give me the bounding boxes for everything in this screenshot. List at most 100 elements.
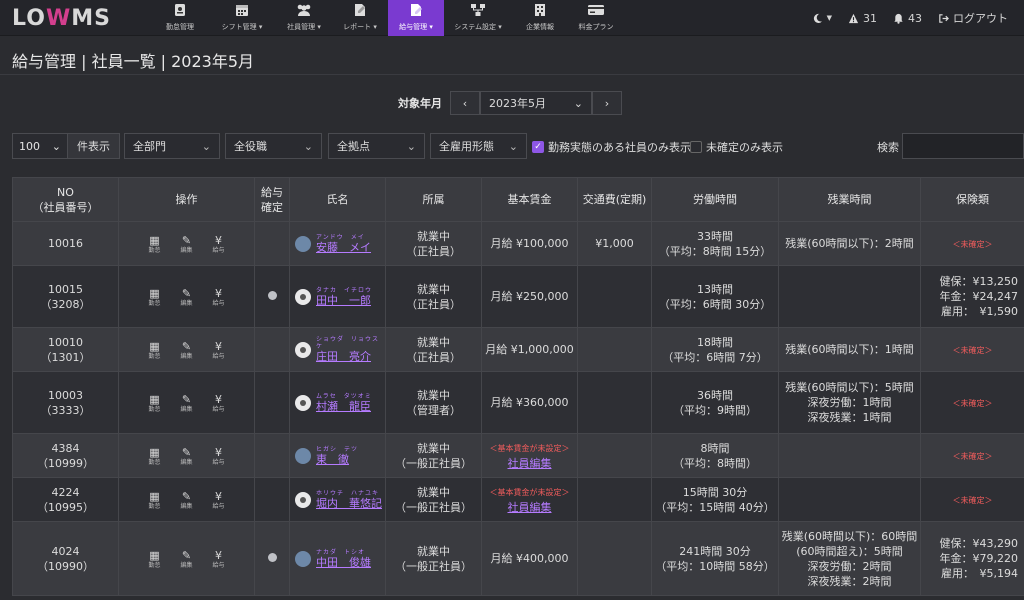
employment-type: （一般正社員） (395, 500, 472, 514)
logout-button[interactable]: ログアウト (938, 10, 1008, 26)
attendance-button[interactable]: ▦ 勤怠 (148, 445, 160, 467)
employee-name-link[interactable]: 庄田 亮介 (316, 350, 385, 363)
work-status: 就業中 (417, 485, 450, 499)
nav-item-sitemap[interactable]: システム設定 ▾ (444, 0, 512, 36)
card-icon (568, 0, 624, 22)
col-commute[interactable]: 交通費(定期) (577, 177, 652, 222)
cell-insurance: ＜未確定＞ (920, 371, 1024, 434)
pay-button[interactable]: ¥ 給与 (213, 445, 225, 467)
attendance-label: 勤怠 (148, 502, 161, 510)
cell-insurance: ＜未確定＞ (920, 221, 1024, 266)
nav-item-calendar[interactable]: シフト管理 ▾ (208, 0, 276, 36)
employee-name-link[interactable]: 安藤 メイ (316, 241, 371, 254)
cell-no: 10016 (12, 221, 119, 266)
cell-name: アンドウ メイ 安藤 メイ (289, 221, 386, 266)
attendance-button[interactable]: ▦ 勤怠 (148, 286, 160, 308)
col-confirm[interactable]: 給与 確定 (254, 177, 290, 222)
department-select[interactable]: 全部門 ⌄ (124, 133, 220, 159)
table-row: 10016 ▦ 勤怠 ✎ 編集 ¥ 給与 アンドウ メイ 安藤 メイ 就業中 （正社員） 月給 ¥10… (12, 221, 1024, 266)
edit-employee-link[interactable]: 社員編集 (482, 500, 577, 515)
work-average: （平均：8時間 15分） (658, 244, 772, 258)
nav-item-badge[interactable]: 勤怠管理 (152, 0, 208, 36)
cell-commute (577, 521, 652, 596)
page-size-suffix: 件表示 (68, 133, 120, 159)
month-select[interactable]: 2023年5月 ⌄ (480, 91, 592, 115)
month-selector: 対象年月 ‹ 2023年5月 ⌄ › (398, 91, 622, 115)
col-dept[interactable]: 所属 (385, 177, 482, 222)
edit-button[interactable]: ✎ 編集 (180, 233, 192, 255)
edit-button[interactable]: ✎ 編集 (180, 489, 192, 511)
checkbox-unchecked[interactable] (690, 141, 702, 153)
edit-button[interactable]: ✎ 編集 (180, 339, 192, 361)
checkbox-checked[interactable]: ✓ (532, 141, 544, 153)
logo[interactable]: LOWMS (12, 6, 111, 31)
base-salary: 月給 ¥1,000,000 (485, 343, 574, 356)
work-average: （平均：8時間） (673, 456, 757, 470)
work-status: 就業中 (417, 388, 450, 402)
nav-item-payroll[interactable]: 給与管理 ▾ (388, 0, 444, 36)
unconfirmed-only-checkbox[interactable]: 未確定のみ表示 (690, 139, 783, 155)
building-icon (512, 0, 568, 22)
chevron-right-icon: › (604, 96, 610, 110)
notification-counter[interactable]: 43 (893, 12, 922, 25)
next-month-button[interactable]: › (592, 91, 622, 115)
employee-name-link[interactable]: 東 徹 (316, 453, 358, 466)
pay-button[interactable]: ¥ 給与 (213, 233, 225, 255)
col-confirm-sub: 確定 (261, 200, 283, 214)
bell-icon (894, 13, 903, 24)
col-work[interactable]: 労働時間 (651, 177, 779, 222)
employment-select[interactable]: 全雇用形態 ⌄ (430, 133, 527, 159)
user-icon (300, 293, 306, 300)
nav-item-building[interactable]: 企業情報 (512, 0, 568, 36)
col-name[interactable]: 氏名 (289, 177, 386, 222)
edit-label: 編集 (180, 561, 193, 569)
employment-value: 全雇用形態 (439, 140, 494, 153)
nav-item-users[interactable]: 社員管理 ▾ (276, 0, 332, 36)
insurance-line: 雇用： ¥5,194 (941, 567, 1018, 580)
col-overtime[interactable]: 残業時間 (778, 177, 921, 222)
theme-toggle[interactable]: ▼ (812, 13, 832, 24)
work-average: （平均：6時間 7分） (662, 350, 768, 364)
insurance-unset: ＜未確定＞ (952, 495, 993, 505)
cell-confirm (254, 433, 290, 478)
nav-item-chart[interactable]: レポート ▾ (332, 0, 388, 36)
page-size-select[interactable]: 100 ⌄ (12, 133, 68, 159)
attendance-button[interactable]: ▦ 勤怠 (148, 233, 160, 255)
users-icon (276, 0, 332, 22)
pay-button[interactable]: ¥ 給与 (213, 489, 225, 511)
employee-name-link[interactable]: 中田 俊雄 (316, 556, 371, 569)
site-select[interactable]: 全拠点 ⌄ (328, 133, 425, 159)
edit-button[interactable]: ✎ 編集 (180, 392, 192, 414)
pay-button[interactable]: ¥ 給与 (213, 548, 225, 570)
search-input[interactable] (902, 133, 1024, 159)
edit-employee-link[interactable]: 社員編集 (482, 456, 577, 471)
attendance-button[interactable]: ▦ 勤怠 (148, 548, 160, 570)
active-only-checkbox[interactable]: ✓ 勤務実態のある社員のみ表示 (532, 139, 691, 155)
pay-button[interactable]: ¥ 給与 (213, 286, 225, 308)
employee-name-link[interactable]: 田中 一郎 (316, 294, 372, 307)
employee-no: 10010 (48, 335, 83, 349)
pay-button[interactable]: ¥ 給与 (213, 339, 225, 361)
attendance-button[interactable]: ▦ 勤怠 (148, 489, 160, 511)
edit-button[interactable]: ✎ 編集 (180, 445, 192, 467)
edit-button[interactable]: ✎ 編集 (180, 286, 192, 308)
employee-no: 10003 (48, 388, 83, 402)
prev-month-button[interactable]: ‹ (450, 91, 480, 115)
col-insurance[interactable]: 保険類 (920, 177, 1024, 222)
base-salary: 月給 ¥360,000 (490, 396, 569, 409)
role-select[interactable]: 全役職 ⌄ (225, 133, 322, 159)
employment-type: （正社員） (406, 350, 461, 364)
insurance-unset: ＜未確定＞ (952, 398, 993, 408)
attendance-button[interactable]: ▦ 勤怠 (148, 339, 160, 361)
col-base[interactable]: 基本賃金 (481, 177, 578, 222)
page-title: 給与管理 | 社員一覧 | 2023年5月 (12, 52, 255, 71)
col-no[interactable]: NO （社員番号） (12, 177, 119, 222)
employee-name-link[interactable]: 堀内 華悠記 (316, 497, 382, 510)
attendance-button[interactable]: ▦ 勤怠 (148, 392, 160, 414)
nav-item-card[interactable]: 料金プラン (568, 0, 624, 36)
edit-button[interactable]: ✎ 編集 (180, 548, 192, 570)
employee-name-link[interactable]: 村瀬 龍臣 (316, 400, 372, 413)
pay-button[interactable]: ¥ 給与 (213, 392, 225, 414)
work-hours: 36時間 (697, 388, 733, 402)
warning-counter[interactable]: 31 (848, 12, 877, 25)
